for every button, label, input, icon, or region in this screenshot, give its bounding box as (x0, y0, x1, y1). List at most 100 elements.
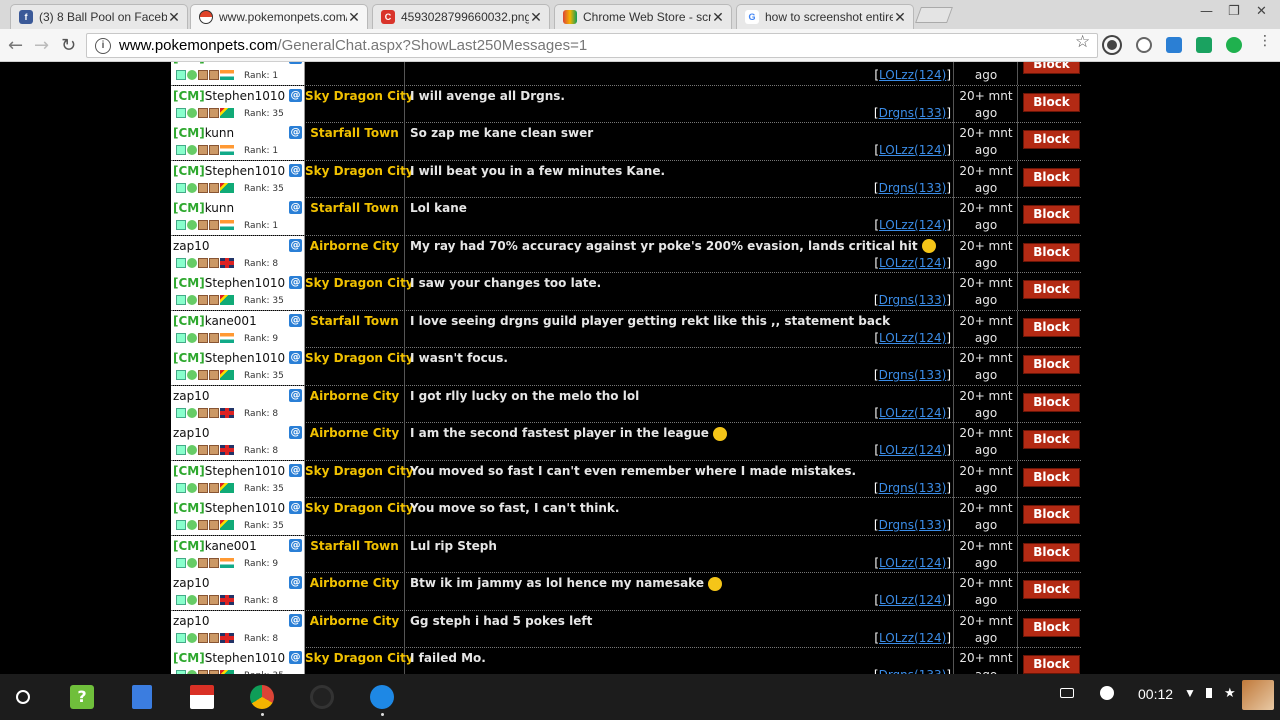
extension-icon[interactable] (1104, 37, 1120, 53)
pokemon-icon[interactable] (198, 295, 208, 305)
team-link[interactable]: LOLzz(124) (879, 68, 946, 82)
mention-button[interactable]: @ (289, 613, 302, 627)
pokemon-icon[interactable] (198, 445, 208, 455)
mail-icon[interactable] (176, 520, 186, 530)
trainer-icon[interactable] (209, 220, 219, 230)
mention-button[interactable]: @ (289, 388, 302, 402)
browser-tab[interactable]: Ghow to screenshot entire ✕ (736, 4, 914, 29)
close-window-icon[interactable]: ✕ (1256, 4, 1267, 19)
eye-extension-icon[interactable] (1136, 37, 1152, 53)
username[interactable]: zap10 (173, 389, 210, 403)
trainer-icon[interactable] (209, 70, 219, 80)
mail-icon[interactable] (176, 557, 186, 568)
add-friend-icon[interactable] (187, 482, 197, 493)
add-friend-icon[interactable] (187, 145, 197, 155)
pokemon-icon[interactable] (198, 407, 208, 418)
mention-button[interactable]: @ (289, 238, 302, 252)
mention-button[interactable]: @ (289, 201, 302, 214)
username[interactable]: [CM]Stephen1010 (173, 464, 285, 478)
username[interactable]: [CM]kane001 (173, 539, 257, 553)
pokemon-icon[interactable] (198, 482, 208, 493)
mention-button[interactable]: @ (289, 576, 302, 589)
team-link[interactable]: Drgns(133) (879, 181, 947, 195)
add-friend-icon[interactable] (187, 332, 197, 343)
forward-icon[interactable]: → (34, 35, 49, 56)
pokemon-icon[interactable] (198, 70, 208, 80)
minimize-icon[interactable]: — (1200, 4, 1213, 19)
username[interactable]: [CM]kunn (173, 62, 234, 65)
trainer-icon[interactable] (209, 332, 219, 343)
block-button[interactable]: Block (1023, 467, 1080, 487)
browser-tab[interactable]: Chrome Web Store - scre ✕ (554, 4, 732, 29)
trainer-icon[interactable] (209, 445, 219, 455)
mention-button[interactable]: @ (289, 276, 302, 289)
site-info-icon[interactable]: i (95, 37, 111, 54)
block-button[interactable]: Block (1023, 92, 1080, 112)
pokemon-icon[interactable] (198, 107, 208, 118)
add-friend-icon[interactable] (187, 182, 197, 193)
block-button[interactable]: Block (1023, 130, 1080, 149)
mention-button[interactable]: @ (289, 501, 302, 514)
pokemon-icon[interactable] (198, 145, 208, 155)
launcher-icon[interactable] (16, 690, 30, 704)
mail-icon[interactable] (176, 220, 186, 230)
trainer-icon[interactable] (209, 107, 219, 118)
bookmark-star-icon[interactable]: ☆ (1075, 32, 1090, 52)
pokemon-icon[interactable] (198, 257, 208, 268)
block-button[interactable]: Block (1023, 392, 1080, 412)
add-friend-icon[interactable] (187, 557, 197, 568)
trainer-icon[interactable] (209, 182, 219, 193)
mail-icon[interactable] (176, 107, 186, 118)
block-button[interactable]: Block (1023, 167, 1080, 187)
team-link[interactable]: Drgns(133) (879, 481, 947, 495)
tab-close-icon[interactable]: ✕ (347, 9, 361, 26)
menu-kebab-icon[interactable]: ⋮ (1258, 33, 1272, 49)
mention-button[interactable]: @ (289, 88, 302, 102)
add-friend-icon[interactable] (187, 295, 197, 305)
chrome-app-icon[interactable] (250, 685, 274, 709)
block-button[interactable]: Block (1023, 617, 1080, 637)
tab-close-icon[interactable]: ✕ (529, 9, 543, 26)
trainer-icon[interactable] (209, 520, 219, 530)
add-friend-icon[interactable] (187, 107, 197, 118)
trainer-icon[interactable] (209, 595, 219, 605)
restore-icon[interactable]: ❐ (1228, 4, 1240, 19)
browser-tab[interactable]: C 4593028799660032.png ✕ (372, 4, 550, 29)
block-button[interactable]: Block (1023, 317, 1080, 337)
tab-close-icon[interactable]: ✕ (893, 9, 907, 26)
username[interactable]: [CM]Stephen1010 (173, 164, 285, 178)
block-button[interactable]: Block (1023, 355, 1080, 374)
grammarly-icon[interactable] (1226, 37, 1242, 53)
pokemon-icon[interactable] (198, 332, 208, 343)
team-link[interactable]: LOLzz(124) (879, 593, 946, 607)
mail-icon[interactable] (176, 595, 186, 605)
mail-icon[interactable] (176, 632, 186, 643)
pokemon-icon[interactable] (198, 595, 208, 605)
mail-icon[interactable] (176, 295, 186, 305)
team-link[interactable]: Drgns(133) (879, 518, 947, 532)
mail-icon[interactable] (176, 407, 186, 418)
gmail-app-icon[interactable] (190, 685, 214, 709)
pokemon-icon[interactable] (198, 520, 208, 530)
pokemon-icon[interactable] (198, 557, 208, 568)
mention-button[interactable]: @ (289, 538, 302, 552)
pokemon-icon[interactable] (198, 220, 208, 230)
trainer-icon[interactable] (209, 557, 219, 568)
trainer-icon[interactable] (209, 145, 219, 155)
add-friend-icon[interactable] (187, 520, 197, 530)
team-link[interactable]: Drgns(133) (879, 368, 947, 382)
trainer-icon[interactable] (209, 257, 219, 268)
block-button[interactable]: Block (1023, 580, 1080, 599)
username[interactable]: [CM]Stephen1010 (173, 651, 285, 665)
username[interactable]: [CM]kunn (173, 126, 234, 140)
add-friend-icon[interactable] (187, 220, 197, 230)
pokemon-icon[interactable] (198, 182, 208, 193)
game-app-icon[interactable] (310, 685, 334, 709)
address-bar[interactable]: i www.pokemonpets.com/GeneralChat.aspx?S… (86, 33, 1098, 58)
username[interactable]: zap10 (173, 239, 210, 253)
mail-icon[interactable] (176, 482, 186, 493)
mail-icon[interactable] (176, 182, 186, 193)
trainer-icon[interactable] (209, 370, 219, 380)
team-link[interactable]: Drgns(133) (879, 106, 947, 120)
mention-button[interactable]: @ (289, 62, 302, 64)
